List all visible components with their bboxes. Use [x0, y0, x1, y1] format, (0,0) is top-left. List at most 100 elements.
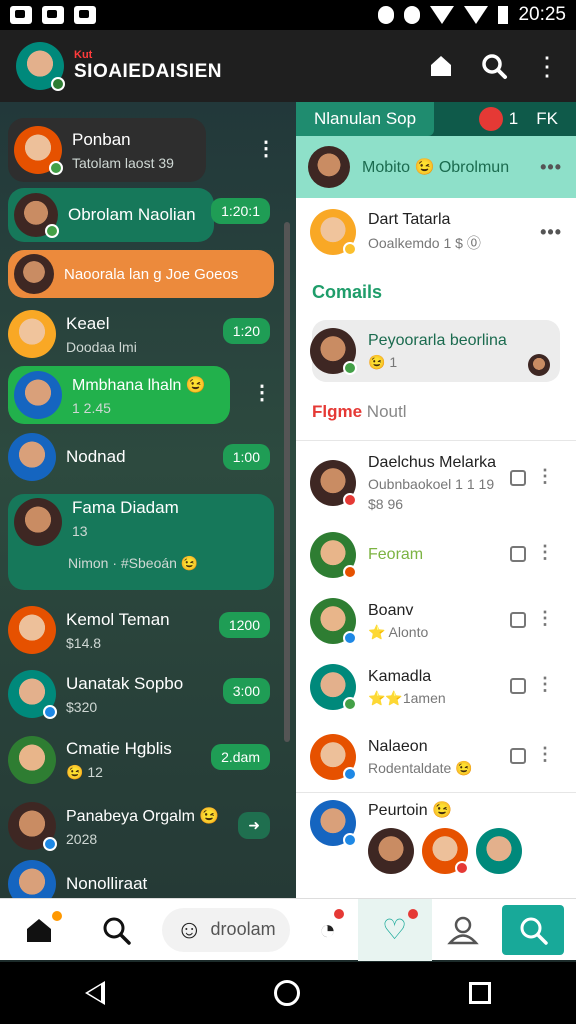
contact-name: Feoram: [368, 546, 424, 563]
avatar[interactable]: [422, 828, 469, 875]
chat-list-panel: Ponban Tatolam laost 39 ⋮ Obrolam Naolian…: [0, 102, 296, 900]
conversation-header[interactable]: Mobito 😉 Obrolmun •••: [296, 136, 576, 198]
contact-row[interactable]: Daelchus Melarka Oubnbaokoel 1 1 19 $8 96 …: [310, 448, 576, 518]
profile-avatar[interactable]: [16, 42, 65, 91]
chat-name: Kemol Teman: [66, 609, 170, 629]
divider: [296, 440, 576, 441]
contact-name: Boanv: [368, 601, 414, 619]
checkbox[interactable]: [510, 546, 526, 562]
nav-profile[interactable]: [432, 899, 494, 961]
contact-row[interactable]: Boanv ⭐ Alonto ⋮: [310, 596, 576, 646]
heart-icon: ♡: [382, 914, 408, 945]
avatar: [8, 802, 57, 851]
more-icon[interactable]: •••: [540, 222, 562, 243]
system-nav-bar: [0, 962, 576, 1024]
vibrate-icon: [378, 6, 395, 24]
avatar: [310, 734, 357, 781]
contact-status: ⭐⭐1amen: [368, 689, 446, 706]
chat-preview: Tatolam laost 39: [72, 154, 174, 171]
chat-name: Mmbhana lhaln 😉: [72, 376, 206, 394]
search-icon[interactable]: [480, 52, 508, 80]
compose-label: droolam: [210, 919, 276, 939]
back-icon[interactable]: [84, 981, 105, 1005]
chat-item[interactable]: Mmbhana lhaln 😉 1 2.45: [8, 366, 230, 424]
contact-row[interactable]: Kamadla ⭐⭐1amen ⋮: [310, 662, 576, 712]
clock: 20:25: [518, 4, 566, 25]
chat-name: Fama Diadam: [72, 498, 179, 517]
avatar: [8, 670, 57, 719]
avatar: [8, 736, 56, 784]
chat-name: Obrolam Naolian: [68, 205, 196, 224]
overflow-menu-icon[interactable]: ⋮: [536, 542, 554, 563]
chat-name: Nonolliraat: [66, 874, 148, 893]
checkbox[interactable]: [510, 470, 526, 486]
home-icon[interactable]: [428, 53, 454, 79]
forward-icon[interactable]: ➜: [238, 812, 270, 839]
nav-favorites[interactable]: ♡: [357, 898, 432, 961]
chat-item[interactable]: Naoorala lan g Joe Goeos: [8, 250, 274, 298]
contact-status: ⭐ Alonto: [368, 623, 429, 640]
group-row[interactable]: Peurtoin 😉: [310, 800, 576, 880]
section-heading: Comails: [312, 282, 383, 302]
chat-preview: Doodaa lmi: [66, 338, 137, 355]
avatar[interactable]: [476, 828, 522, 874]
tab-bar: Nlanulan Sop 1 FK: [296, 102, 576, 136]
contact-row[interactable]: Feoram ⋮: [310, 530, 576, 580]
avatar: [310, 532, 357, 579]
avatar: [14, 193, 59, 238]
overflow-menu-icon[interactable]: ⋮: [536, 608, 554, 629]
avatar[interactable]: [368, 828, 414, 874]
overflow-menu-icon[interactable]: ⋮: [536, 744, 554, 765]
chat-preview: 😉 12: [66, 764, 103, 780]
chat-item[interactable]: Nonolliraat: [8, 860, 268, 900]
recents-icon[interactable]: [469, 982, 492, 1004]
tab-secondary[interactable]: 1 FK: [478, 107, 558, 131]
chat-name: Panabeya Orgalm 😉: [66, 807, 220, 825]
avatar: [14, 126, 63, 175]
chat-name: Ponban: [72, 129, 131, 149]
avatar: [310, 460, 357, 507]
home-circle-icon[interactable]: [273, 980, 300, 1006]
chat-name: Nodnad: [66, 447, 126, 466]
clock-icon: ◔: [319, 913, 337, 945]
search-button[interactable]: [502, 904, 564, 955]
chat-item[interactable]: Panabeya Orgalm 😉 2028: [8, 798, 268, 854]
nav-compose[interactable]: ☺ droolam: [162, 907, 290, 952]
chat-item[interactable]: Fama Diadam 13 Nimon · #Sbeoán 😉: [8, 494, 274, 590]
data-saver-icon: [404, 6, 421, 24]
avatar: [308, 146, 350, 188]
avatar: [310, 598, 357, 645]
overflow-menu-icon[interactable]: ⋮: [534, 53, 560, 79]
chat-item[interactable]: Obrolam Naolian: [8, 188, 214, 242]
avatar: [310, 328, 357, 375]
bottom-nav: ☺ droolam ◔ ♡: [0, 898, 576, 961]
chat-item[interactable]: Ponban Tatolam laost 39: [8, 118, 206, 182]
chat-preview: $320: [66, 698, 98, 715]
nav-home[interactable]: [0, 899, 78, 961]
scrollbar[interactable]: [284, 222, 290, 742]
tab-label: FK: [536, 109, 558, 128]
overflow-menu-icon[interactable]: ⋮: [252, 380, 272, 405]
avatar: [8, 606, 56, 654]
checkbox[interactable]: [510, 678, 526, 694]
overflow-menu-icon[interactable]: ⋮: [536, 466, 554, 487]
avatar: [310, 209, 357, 256]
time-badge: 1:20:1: [211, 198, 270, 224]
section-heading: Flgme: [312, 402, 363, 421]
comment-item[interactable]: Peyoorarla beorlina 😉 1: [310, 324, 576, 378]
nav-search[interactable]: [78, 899, 154, 961]
tab-active[interactable]: Nlanulan Sop: [296, 102, 435, 136]
notification-icon: [42, 6, 64, 24]
checkbox[interactable]: [510, 612, 526, 628]
avatar: [8, 860, 56, 900]
home-icon: [27, 918, 51, 942]
nav-history[interactable]: ◔: [298, 899, 358, 961]
chat-preview: $14.8: [66, 634, 102, 651]
overflow-menu-icon[interactable]: ⋮: [256, 136, 276, 161]
overflow-menu-icon[interactable]: ⋮: [536, 674, 554, 695]
checkbox[interactable]: [510, 748, 526, 764]
pinned-contact[interactable]: Dart Tatarla Ooalkemdo 1 $ ⓪ •••: [310, 206, 576, 258]
contact-row[interactable]: Nalaeon Rodentaldate 😉 ⋮: [310, 732, 576, 782]
status-bar: 20:25: [0, 0, 576, 30]
more-icon[interactable]: •••: [540, 157, 562, 178]
